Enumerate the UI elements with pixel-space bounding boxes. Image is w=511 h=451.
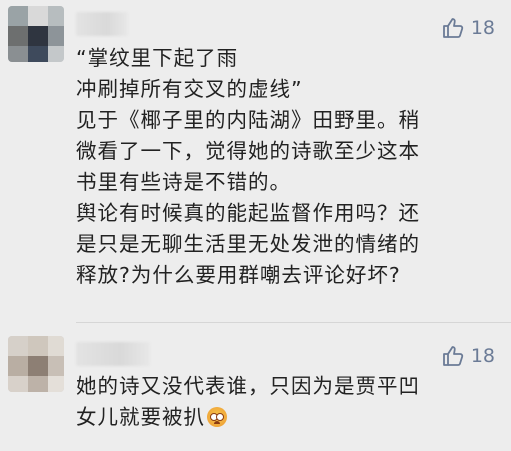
- thumbs-up-icon: [442, 18, 463, 38]
- comment-line: 舆论有时候真的能起监督作用吗？还: [76, 201, 420, 225]
- comment-line: “掌纹里下起了雨: [76, 46, 239, 70]
- like-button[interactable]: 18: [441, 344, 495, 368]
- comment-item: 18 她的诗又没代表谁，只因为是贾平凹 女儿就要被扒: [0, 330, 511, 451]
- like-count: 18: [470, 17, 495, 39]
- comment-line: 她的诗又没代表谁，只因为是贾平凹: [76, 374, 420, 398]
- comment-line: 冲刷掉所有交叉的虚线”: [76, 77, 303, 101]
- comment-divider: [76, 322, 511, 323]
- comment-line: 书里有些诗是不错的。: [76, 170, 291, 194]
- comment-item: 18 “掌纹里下起了雨 冲刷掉所有交叉的虚线” 见于《椰子里的内陆湖》田野里。稍…: [0, 0, 511, 330]
- avatar[interactable]: [8, 6, 64, 62]
- username-blurred[interactable]: [76, 342, 150, 366]
- comment-line-with-emoji: 女儿就要被扒: [76, 402, 483, 433]
- like-button[interactable]: 18: [441, 16, 495, 40]
- avatar[interactable]: [8, 336, 64, 392]
- thumbs-up-icon: [442, 346, 463, 366]
- comment-line: 女儿就要被扒: [76, 405, 205, 429]
- flushed-face-emoji-icon: [207, 407, 227, 427]
- comment-line: 见于《椰子里的内陆湖》田野里。稍: [76, 108, 420, 132]
- comment-text: 她的诗又没代表谁，只因为是贾平凹 女儿就要被扒: [76, 371, 483, 433]
- username-blurred[interactable]: [76, 12, 128, 36]
- comment-line: 微看了一下，觉得她的诗歌至少这本: [76, 139, 420, 163]
- comment-line: 释放?为什么要用群嘲去评论好坏?: [76, 263, 401, 287]
- like-count: 18: [470, 345, 495, 367]
- comment-line: 是只是无聊生活里无处发泄的情绪的: [76, 232, 420, 256]
- comment-text: “掌纹里下起了雨 冲刷掉所有交叉的虚线” 见于《椰子里的内陆湖》田野里。稍 微看…: [76, 43, 483, 291]
